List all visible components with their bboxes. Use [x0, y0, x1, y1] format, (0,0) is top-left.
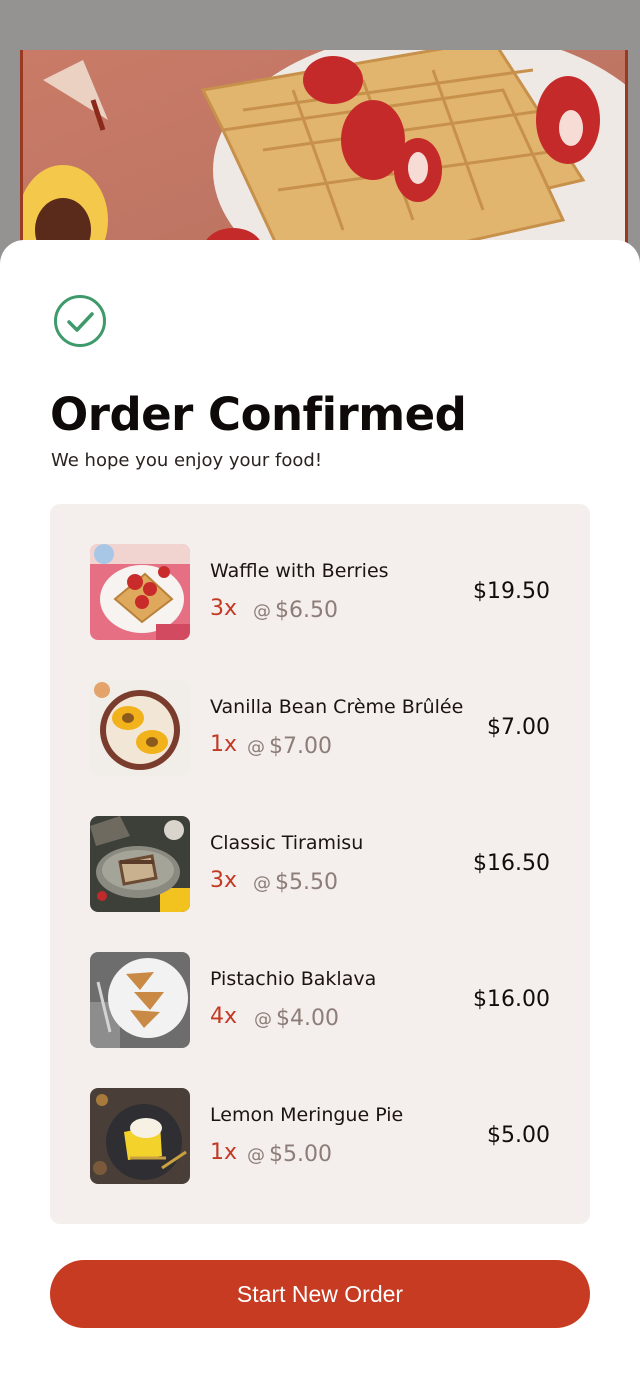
item-thumbnail-waffle [90, 544, 190, 640]
order-item-tiramisu: Classic Tiramisu 3x @ $5.50 $16.50 [90, 816, 550, 912]
order-confirmation-sheet: Order Confirmed We hope you enjoy your f… [0, 240, 640, 1378]
order-item-baklava: Pistachio Baklava 4x @ $4.00 $16.00 [90, 952, 550, 1048]
item-total-price: $5.00 [487, 1123, 550, 1148]
item-thumbnail-lemon-pie [90, 1088, 190, 1184]
item-quantity: 3x [210, 596, 238, 621]
item-unit-price: @ $5.50 [253, 870, 338, 895]
page-subtitle: We hope you enjoy your food! [51, 450, 323, 471]
page-title: Order Confirmed [50, 388, 467, 441]
order-item-lemon-pie: Lemon Meringue Pie 1x @ $5.00 $5.00 [90, 1088, 550, 1184]
item-unit-price: @ $6.50 [253, 598, 338, 623]
item-name: Lemon Meringue Pie [210, 1104, 404, 1126]
order-item-waffle: Waffle with Berries 3x @ $6.50 $19.50 [90, 544, 550, 640]
item-thumbnail-baklava [90, 952, 190, 1048]
item-name: Vanilla Bean Crème Brûlée [210, 696, 464, 718]
item-quantity: 1x [210, 732, 238, 757]
item-quantity: 4x [210, 1004, 238, 1029]
item-quantity: 3x [210, 868, 238, 893]
item-total-price: $19.50 [473, 579, 550, 604]
order-items-list: Waffle with Berries 3x @ $6.50 $19.50 Van [50, 504, 590, 1224]
item-unit-price: @ $4.00 [254, 1006, 339, 1031]
item-thumbnail-tiramisu [90, 816, 190, 912]
check-circle-icon [54, 295, 106, 347]
item-thumbnail-creme-brulee [90, 680, 190, 776]
item-total-price: $7.00 [487, 715, 550, 740]
item-name: Waffle with Berries [210, 560, 389, 582]
item-name: Pistachio Baklava [210, 968, 377, 990]
item-name: Classic Tiramisu [210, 832, 364, 854]
item-unit-price: @ $7.00 [247, 734, 332, 759]
item-unit-price: @ $5.00 [247, 1142, 332, 1167]
order-item-creme-brulee: Vanilla Bean Crème Brûlée 1x @ $7.00 $7.0… [90, 680, 550, 776]
item-total-price: $16.50 [473, 851, 550, 876]
item-total-price: $16.00 [473, 987, 550, 1012]
start-new-order-button[interactable]: Start New Order [50, 1260, 590, 1328]
item-quantity: 1x [210, 1140, 238, 1165]
